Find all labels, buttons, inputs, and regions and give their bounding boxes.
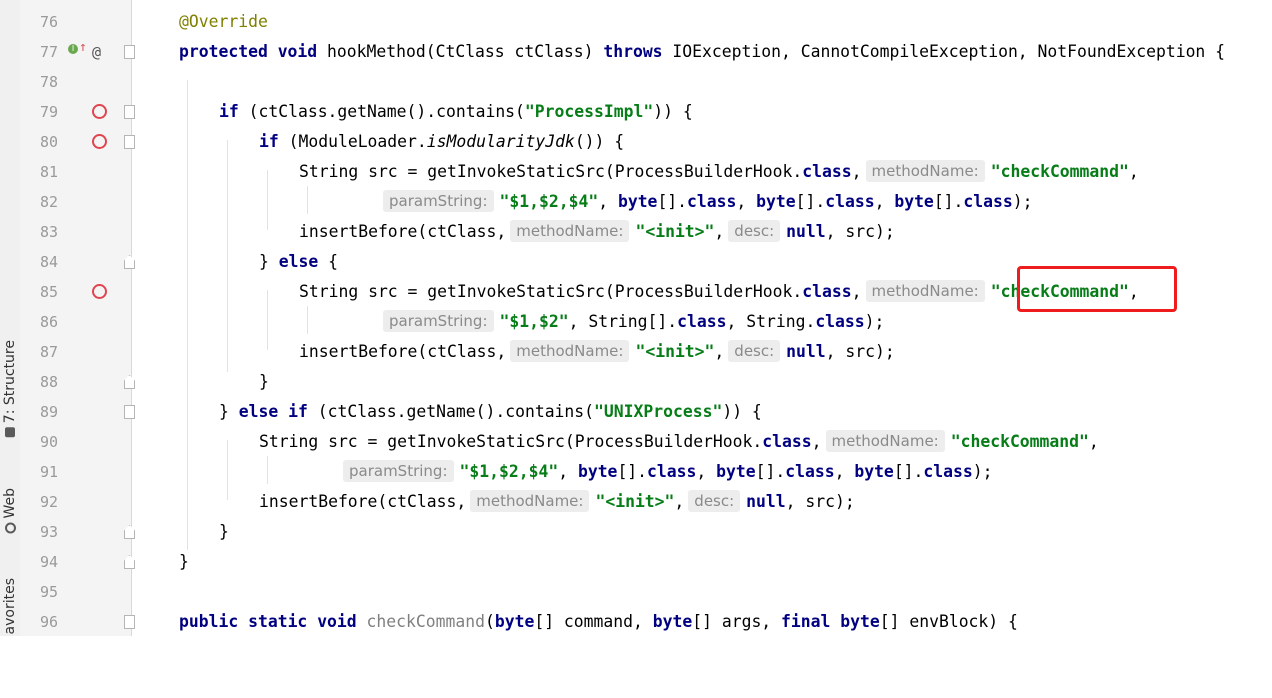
code-line[interactable]: 76 @Override [20,7,1272,37]
line-number: 82 [39,193,58,211]
structure-tab[interactable]: 7: Structure [0,340,20,460]
overrides-marker-icon[interactable]: I [68,44,78,54]
line-number: 94 [39,553,58,571]
line-number: 84 [39,253,58,271]
line-number: 96 [39,613,58,631]
breakpoint-icon[interactable] [92,104,107,119]
fold-toggle-icon[interactable] [124,555,135,569]
line-number: 93 [39,523,58,541]
favorites-tab-label: avorites [2,578,18,635]
fold-toggle-icon[interactable] [124,45,135,59]
parameter-hint: desc: [688,490,741,512]
parameter-hint: methodName: [825,430,945,452]
code-line[interactable]: 92 insertBefore(ctClass, methodName: "<ini… [20,487,1272,517]
parameter-hint: methodName: [865,160,985,182]
line-number: 85 [39,283,58,301]
fold-toggle-icon[interactable] [124,255,135,269]
line-number: 77 [39,43,58,61]
code-line[interactable]: 82 paramString: "$1,$2,$4", byte[].class,… [20,187,1272,217]
overrides-arrow-icon[interactable]: ↑ [79,41,87,55]
annotation-marker-icon[interactable]: @ [92,37,101,67]
line-number: 92 [39,493,58,511]
fold-toggle-icon[interactable] [124,615,135,629]
code-line[interactable]: 94 } [20,547,1272,577]
parameter-hint: paramString: [343,460,454,482]
structure-icon [5,427,15,438]
line-number: 87 [39,343,58,361]
line-number: 79 [39,103,58,121]
method-signature: protected void hookMethod(CtClass ctClas… [179,42,1226,61]
parameter-hint: desc: [728,220,781,242]
line-number: 78 [39,73,58,91]
code-line[interactable]: 83 insertBefore(ctClass, methodName: "<ini… [20,217,1272,247]
line-number: 91 [39,463,58,481]
code-line[interactable]: 89 } else if (ctClass.getName().contains… [20,397,1272,427]
code-line[interactable]: 93 } [20,517,1272,547]
method-name: checkCommand [366,612,485,631]
code-line[interactable]: 91 paramString: "$1,$2,$4", byte[].class,… [20,457,1272,487]
fold-toggle-icon[interactable] [124,135,135,149]
parameter-hint: methodName: [865,280,985,302]
line-number: 90 [39,433,58,451]
code-line[interactable]: 95 [20,577,1272,607]
code-line[interactable]: 78 [20,67,1272,97]
code-line[interactable]: 81 String src = getInvokeStaticSrc(Proce… [20,157,1272,187]
line-number: 83 [39,223,58,241]
code-line[interactable]: 87 insertBefore(ctClass, methodName: "<ini… [20,337,1272,367]
fold-toggle-icon[interactable] [124,375,135,389]
line-number: 88 [39,373,58,391]
annotation: @Override [179,12,268,31]
line-number: 81 [39,163,58,181]
fold-toggle-icon[interactable] [124,525,135,539]
fold-toggle-icon[interactable] [124,105,135,119]
parameter-hint: paramString: [383,190,494,212]
structure-tab-label: 7: Structure [2,340,18,424]
parameter-hint: desc: [728,340,781,362]
code-line[interactable]: 79 if (ctClass.getName().contains("Proce… [20,97,1272,127]
line-number: 86 [39,313,58,331]
code-line[interactable]: 96 public static void checkCommand(byte[… [20,607,1272,637]
code-line[interactable]: 80 if (ModuleLoader.isModularityJdk()) { [20,127,1272,157]
line-number: 89 [39,403,58,421]
favorites-tab[interactable]: avorites [0,578,20,698]
code-line[interactable]: 77 I ↑ @ protected void hookMethod(CtCla… [20,37,1272,67]
globe-icon [4,522,16,534]
parameter-hint: paramString: [383,310,494,332]
code-line[interactable]: 88 } [20,367,1272,397]
parameter-hint: methodName: [470,490,590,512]
parameter-hint: methodName: [510,340,630,362]
fold-toggle-icon[interactable] [124,405,135,419]
web-tab-label: Web [2,488,18,519]
breakpoint-icon[interactable] [92,134,107,149]
code-line[interactable]: 90 String src = getInvokeStaticSrc(Proce… [20,427,1272,457]
line-number: 76 [39,13,58,31]
tool-window-strip: 7: Structure Web avorites [0,0,21,636]
parameter-hint: methodName: [510,220,630,242]
line-number: 95 [39,583,58,601]
line-number: 80 [39,133,58,151]
breakpoint-icon[interactable] [92,284,107,299]
highlight-box [1017,266,1177,312]
